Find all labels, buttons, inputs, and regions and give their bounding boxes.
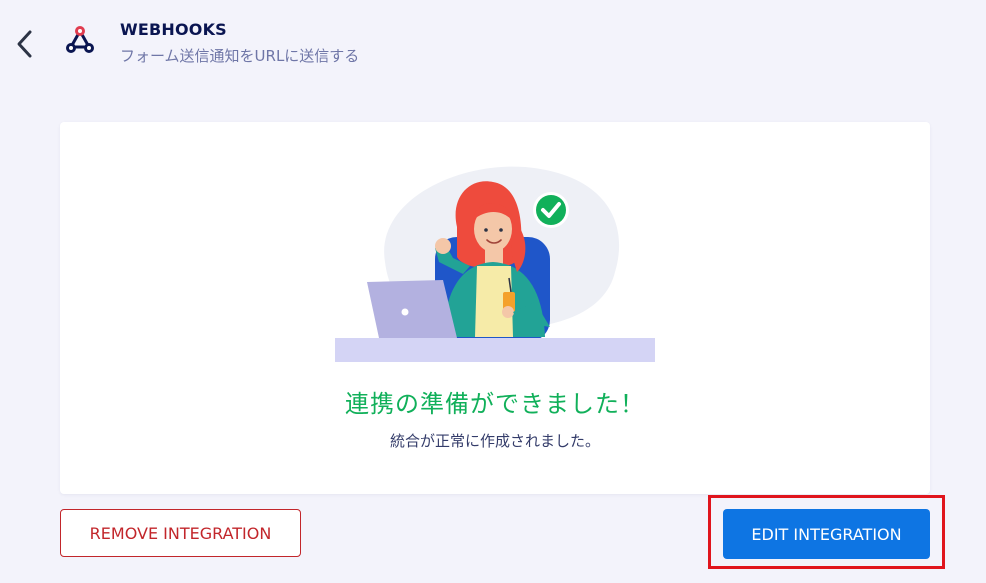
page-title: WEBHOOKS [120, 20, 227, 39]
remove-integration-button[interactable]: REMOVE INTEGRATION [60, 509, 301, 557]
success-card: 連携の準備ができました！ 統合が正常に作成されました。 [60, 122, 930, 494]
back-button[interactable] [8, 24, 42, 64]
success-message: 統合が正常に作成されました。 [389, 432, 600, 450]
success-heading: 連携の準備ができました！ [345, 390, 645, 418]
webhook-icon [66, 26, 94, 53]
edit-integration-button[interactable]: EDIT INTEGRATION [723, 509, 930, 559]
chevron-left-icon [17, 30, 32, 58]
page-subtitle: フォーム送信通知をURLに送信する [120, 47, 360, 65]
success-illustration [335, 166, 655, 362]
